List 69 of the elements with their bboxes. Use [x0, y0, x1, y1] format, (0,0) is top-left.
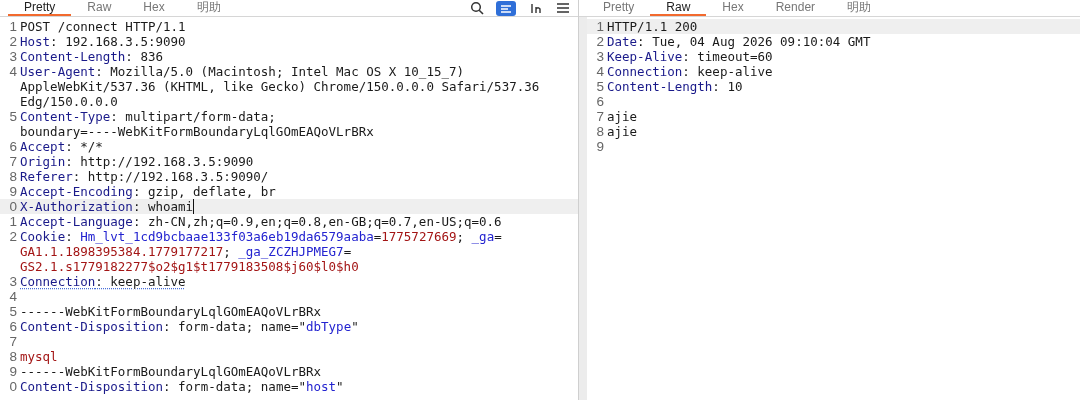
- line-number: 7: [596, 109, 604, 124]
- code-line: Connection: keep-alive: [607, 64, 773, 79]
- line-number: 5: [9, 109, 17, 124]
- line-number: 9: [9, 184, 17, 199]
- menu-icon[interactable]: [556, 2, 570, 14]
- line-number: 1: [9, 19, 17, 34]
- line-number: 1: [9, 214, 17, 229]
- line-number: 6: [9, 139, 17, 154]
- code-line: Host: 192.168.3.5:9090: [20, 34, 186, 49]
- code-line: ajie: [607, 109, 638, 124]
- line-number: 9: [596, 139, 604, 154]
- code-line: Accept-Encoding: gzip, deflate, br: [20, 184, 276, 199]
- view-tab[interactable]: Pretty: [587, 0, 651, 16]
- view-tab[interactable]: Raw: [71, 0, 128, 16]
- line-number: 3: [9, 49, 17, 64]
- code-line: Cookie: Hm_lvt_1cd9bcbaae133f03a6eb19da6579aaba=1775727669; _ga=: [20, 229, 502, 244]
- code-line: ------WebKitFormBoundaryLqlGOmEAQoVLrBRx: [20, 364, 322, 379]
- code-line: Accept: */*: [20, 139, 103, 154]
- line-number: 3: [9, 274, 17, 289]
- line-number: 6: [596, 94, 604, 109]
- code-line: mysql: [20, 349, 58, 364]
- code-line: Content-Length: 836: [20, 49, 163, 64]
- line-number: 7: [9, 154, 17, 169]
- code-line: ajie: [607, 124, 638, 139]
- view-tab[interactable]: Hex: [127, 0, 181, 16]
- line-number: 6: [9, 319, 17, 334]
- view-tab[interactable]: Hex: [706, 0, 760, 16]
- code-line: Origin: http://192.168.3.5:9090: [20, 154, 254, 169]
- lines-toggle-icon[interactable]: [496, 0, 516, 16]
- line-number: 3: [596, 49, 604, 64]
- line-number: 4: [9, 289, 17, 304]
- code-line: POST /connect HTTP/1.1: [20, 19, 186, 34]
- code-line: GA1.1.1898395384.1779177217; _ga_ZCZHJPMEG7=: [20, 244, 352, 259]
- code-line: Keep-Alive: timeout=60: [607, 49, 773, 64]
- view-tab[interactable]: 明助: [831, 0, 888, 16]
- code-line: Date: Tue, 04 Aug 2026 09:10:04 GMT: [607, 34, 871, 49]
- code-line: Edg/150.0.0.0: [20, 94, 118, 109]
- line-number: 5: [9, 304, 17, 319]
- code-line: GS2.1.s1779182277$o2$g1$t1779183508$j60$l0$h0: [20, 259, 359, 274]
- code-line: Content-Disposition: form-data; name="host": [20, 379, 344, 394]
- code-line: User-Agent: Mozilla/5.0 (Macintosh; Intel Mac OS X 10_15_7): [20, 64, 465, 79]
- view-tab[interactable]: Raw: [650, 0, 707, 16]
- view-tab[interactable]: 明助: [180, 0, 237, 16]
- line-number: 8: [596, 124, 604, 139]
- line-number: 4: [596, 64, 604, 79]
- line-number: 1: [596, 19, 604, 34]
- line-number: 8: [9, 169, 17, 184]
- line-number: 4: [9, 64, 17, 79]
- line-number: 7: [9, 334, 17, 349]
- view-tab[interactable]: Pretty: [8, 0, 72, 16]
- code-line: Content-Type: multipart/form-data;: [20, 109, 276, 124]
- line-number: 0: [9, 199, 17, 214]
- line-number: 0: [9, 379, 17, 394]
- code-line: Connection: keep-alive: [20, 274, 186, 289]
- line-number: 2: [596, 34, 604, 49]
- search-icon[interactable]: [470, 1, 484, 15]
- line-number: 2: [9, 229, 17, 244]
- code-line: Content-Length: 10: [607, 79, 743, 94]
- code-line: AppleWebKit/537.36 (KHTML, like Gecko) Chrome/150.0.0.0 Safari/537.36: [20, 79, 540, 94]
- view-tab[interactable]: Render: [759, 0, 832, 16]
- line-number: 9: [9, 364, 17, 379]
- code-line: ------WebKitFormBoundaryLqlGOmEAQoVLrBRx: [20, 304, 322, 319]
- code-line: Referer: http://192.168.3.5:9090/: [20, 169, 269, 184]
- code-line: Content-Disposition: form-data; name="dbType": [20, 319, 359, 334]
- line-number: 8: [9, 349, 17, 364]
- line-number: 5: [596, 79, 604, 94]
- line-number: 2: [9, 34, 17, 49]
- code-line: boundary=----WebKitFormBoundaryLqlGOmEAQoVLrBRx: [20, 124, 374, 139]
- code-line: Accept-Language: zh-CN,zh;q=0.9,en;q=0.8,en-GB;q=0.7,en-US;q=0.6: [20, 214, 502, 229]
